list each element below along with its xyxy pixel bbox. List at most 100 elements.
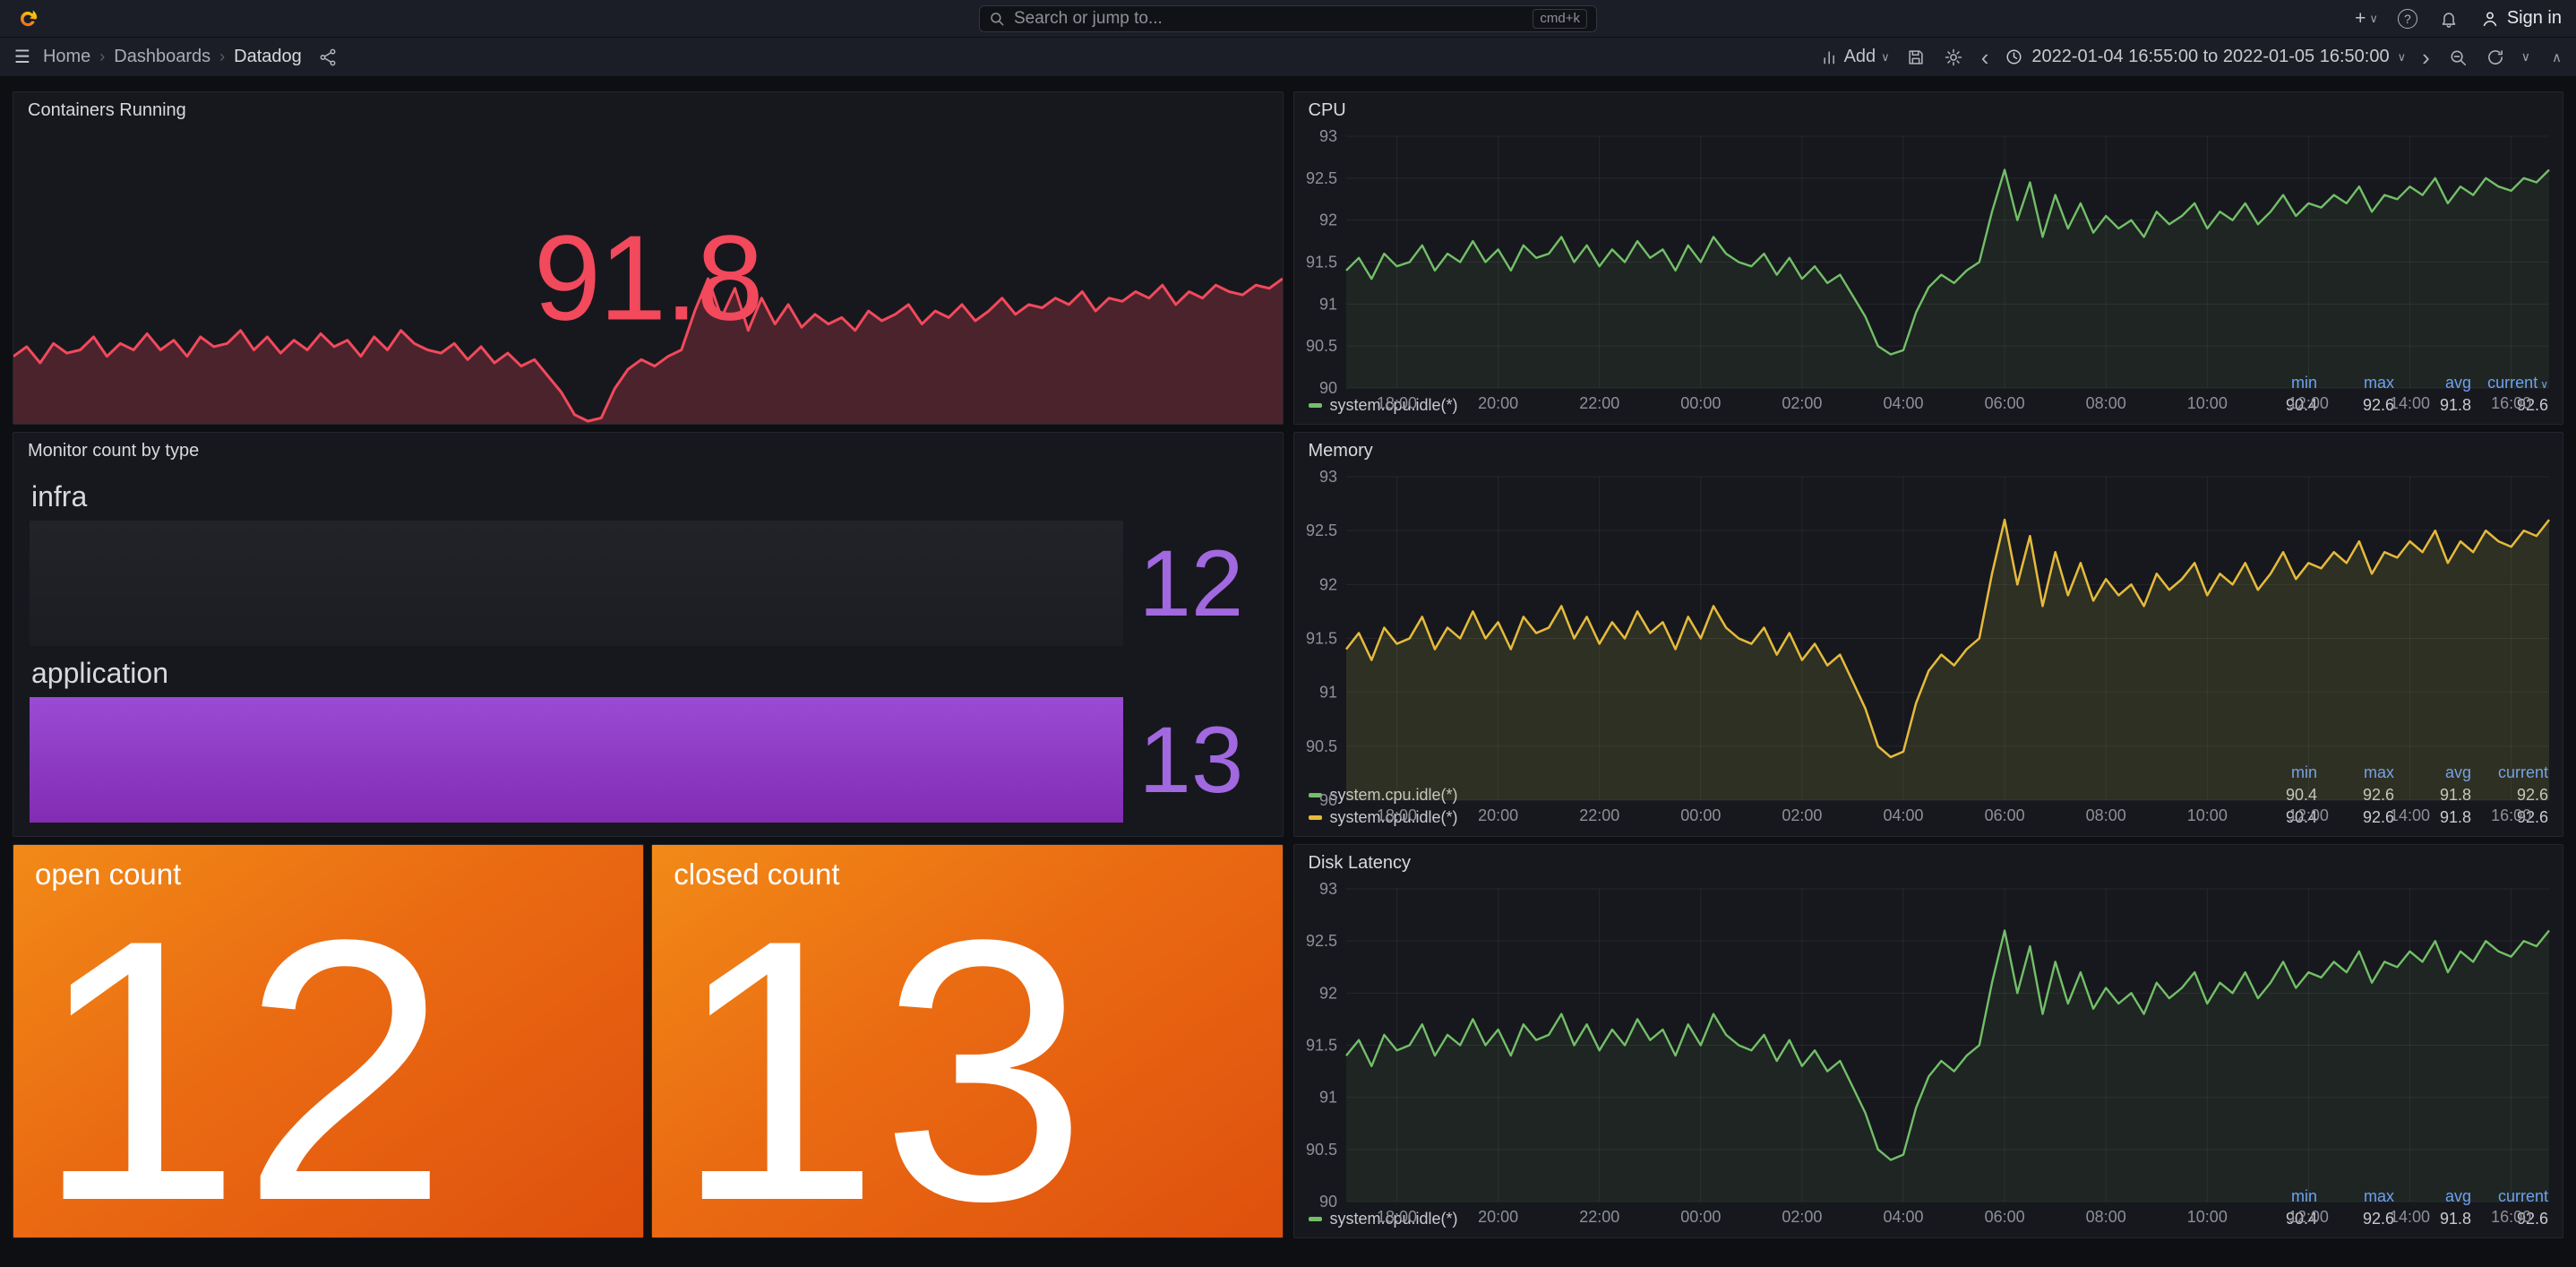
panel-memory: Memory 9090.59191.59292.59318:0020:0022:… [1293,432,2564,837]
time-shift-back-icon[interactable]: ‹ [1979,46,1991,69]
search-placeholder: Search or jump to... [1014,9,1524,29]
chevron-right-icon: › [99,47,105,66]
svg-text:16:00: 16:00 [2491,394,2531,412]
zoom-out-icon[interactable] [2446,46,2469,69]
dashboard-toolbar: ☰ Home › Dashboards › Datadog Add ∨ ‹ 20… [0,38,2576,77]
svg-text:18:00: 18:00 [1377,394,1417,412]
svg-text:04:00: 04:00 [1883,1208,1923,1226]
svg-text:93: 93 [1318,127,1336,145]
breadcrumb: Home › Dashboards › Datadog [43,47,302,67]
panel-title[interactable]: Containers Running [13,92,1283,125]
svg-text:90.5: 90.5 [1305,337,1336,355]
panel-title[interactable]: Monitor count by type [13,433,1283,466]
bar-gauge-row: 13 [30,697,1267,823]
panel-monitor-count: Monitor count by type infra 12 applicati… [13,432,1284,837]
svg-text:90.5: 90.5 [1305,1141,1336,1159]
sign-in-button[interactable]: Sign in [2480,8,2562,29]
help-icon[interactable]: ? [2398,9,2417,29]
bar-gauge-track[interactable] [30,521,1123,646]
bar-gauge-label: application [31,657,1267,690]
breadcrumb-current[interactable]: Datadog [234,47,302,67]
svg-text:16:00: 16:00 [2491,806,2531,824]
svg-text:06:00: 06:00 [1984,394,2024,412]
refresh-interval-dropdown-icon[interactable]: ∨ [2521,49,2530,65]
panel-title[interactable]: Memory [1294,433,2563,466]
svg-text:10:00: 10:00 [2186,394,2227,412]
dashboard-settings-gear-icon[interactable] [1942,46,1965,69]
svg-text:91.5: 91.5 [1305,630,1336,648]
user-icon [2480,9,2500,29]
plus-icon: + [2355,8,2366,30]
svg-text:18:00: 18:00 [1377,1208,1417,1226]
svg-text:91: 91 [1318,1089,1336,1107]
panel-containers-running: Containers Running 91.8 [13,91,1284,425]
time-series-plot[interactable]: 9090.59191.59292.59318:0020:0022:0000:00… [1294,878,2563,1184]
svg-text:22:00: 22:00 [1579,1208,1619,1226]
time-range-label: 2022-01-04 16:55:00 to 2022-01-05 16:50:… [2031,47,2389,67]
svg-text:20:00: 20:00 [1478,394,1518,412]
sign-in-label: Sign in [2507,8,2562,29]
svg-text:92.5: 92.5 [1305,521,1336,539]
svg-text:12:00: 12:00 [2288,394,2328,412]
svg-text:12:00: 12:00 [2288,1208,2328,1226]
svg-text:90: 90 [1318,379,1336,397]
stat-panels-row: open count 12 closed count 13 [13,844,1284,1238]
bar-gauge-value: 12 [1123,537,1267,631]
time-series-plot[interactable]: 9090.59191.59292.59318:0020:0022:0000:00… [1294,466,2563,760]
svg-text:00:00: 00:00 [1680,806,1721,824]
svg-text:92.5: 92.5 [1305,932,1336,950]
stat-value: 12 [35,926,622,1216]
svg-text:16:00: 16:00 [2491,1208,2531,1226]
time-shift-forward-icon[interactable]: › [2420,46,2432,69]
svg-text:14:00: 14:00 [2389,1208,2429,1226]
panel-open-count: open count 12 [13,844,644,1238]
breadcrumb-home[interactable]: Home [43,47,90,67]
search-input[interactable]: Search or jump to... cmd+k [979,5,1597,32]
panel-cpu: CPU 9090.59191.59292.59318:0020:0022:000… [1293,91,2564,425]
clock-icon [2005,47,2023,66]
save-dashboard-icon[interactable] [1904,46,1928,69]
chevron-right-icon: › [219,47,225,66]
svg-text:10:00: 10:00 [2186,1208,2227,1226]
time-range-picker[interactable]: 2022-01-04 16:55:00 to 2022-01-05 16:50:… [2005,47,2406,67]
svg-text:93: 93 [1318,880,1336,898]
svg-text:00:00: 00:00 [1680,394,1721,412]
chart-svg: 9090.59191.59292.59318:0020:0022:0000:00… [1294,878,2563,1228]
svg-text:04:00: 04:00 [1883,394,1923,412]
svg-text:12:00: 12:00 [2288,806,2328,824]
share-icon[interactable] [316,46,339,69]
svg-text:92: 92 [1318,984,1336,1002]
chart-svg: 9090.59191.59292.59318:0020:0022:0000:00… [1294,466,2563,827]
new-menu-button[interactable]: + ∨ [2355,8,2378,30]
panel-title[interactable]: Disk Latency [1294,845,2563,878]
shortcut-badge: cmd+k [1533,9,1587,29]
stat-value: 91.8 [534,209,762,348]
grafana-logo[interactable] [14,6,39,31]
notifications-bell-icon[interactable] [2437,7,2460,30]
svg-text:04:00: 04:00 [1883,806,1923,824]
chart-svg: 9090.59191.59292.59318:0020:0022:0000:00… [1294,125,2563,415]
search-icon [989,11,1005,27]
svg-text:14:00: 14:00 [2389,394,2429,412]
bar-gauge-value: 13 [1123,713,1267,807]
svg-text:90: 90 [1318,1193,1336,1211]
svg-text:91: 91 [1318,295,1336,313]
collapse-toolbar-icon[interactable]: ∧ [2552,49,2562,65]
bar-gauge-track[interactable] [30,697,1123,823]
svg-text:91.5: 91.5 [1305,254,1336,272]
add-panel-button[interactable]: Add ∨ [1821,47,1890,67]
svg-text:08:00: 08:00 [2085,1208,2125,1226]
svg-text:92: 92 [1318,211,1336,229]
panel-title[interactable]: CPU [1294,92,2563,125]
dashboard-canvas: Containers Running 91.8 CPU 90 90.5 91 91.5… [0,78,2576,1267]
svg-text:90.5: 90.5 [1305,737,1336,755]
menu-toggle-icon[interactable]: ☰ [14,46,30,68]
svg-text:93: 93 [1318,468,1336,486]
breadcrumb-dashboards[interactable]: Dashboards [114,47,210,67]
refresh-icon[interactable] [2484,46,2507,69]
chevron-down-icon: ∨ [1881,50,1890,65]
time-series-plot[interactable]: 9090.59191.59292.59318:0020:0022:0000:00… [1294,125,2563,370]
svg-text:90: 90 [1318,791,1336,809]
svg-text:02:00: 02:00 [1782,806,1822,824]
svg-text:08:00: 08:00 [2085,806,2125,824]
